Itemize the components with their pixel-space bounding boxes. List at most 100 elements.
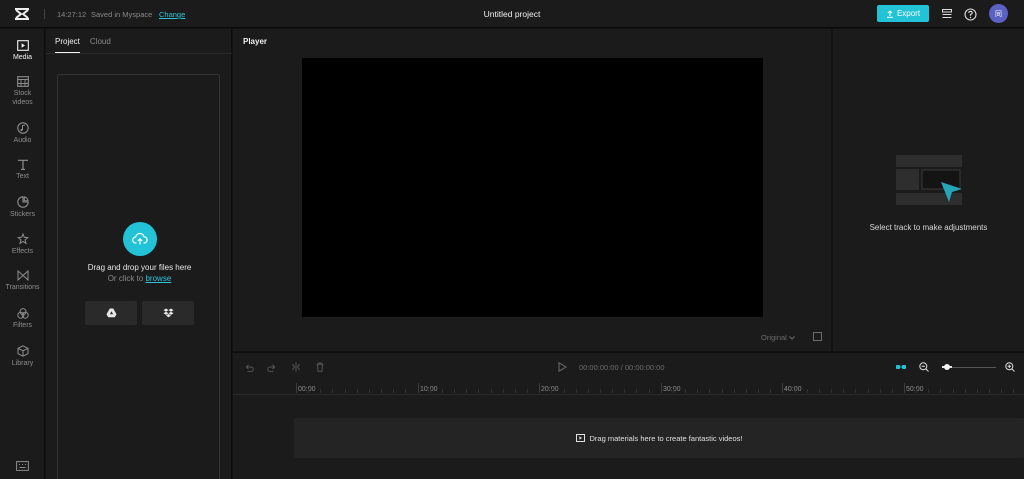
ruler-minor-tick [600,389,601,393]
effects-icon [16,233,29,245]
ruler-minor-tick [940,389,942,393]
upload-button[interactable] [123,222,157,256]
export-button[interactable]: Export [877,5,929,22]
keyboard-shortcuts-icon[interactable] [16,461,29,471]
avatar[interactable]: 同 [989,4,1008,23]
layers-icon[interactable] [939,6,955,22]
nav-label: Text [16,173,29,180]
aspect-ratio-label: Original [761,333,787,342]
capcut-logo-icon[interactable] [14,7,30,21]
ruler-minor-tick [697,389,699,393]
ruler-minor-tick [478,389,480,393]
cloud-upload-icon [132,232,148,245]
ruler-minor-tick [843,389,845,393]
ruler-minor-tick [916,389,918,393]
browse-link[interactable]: browse [145,274,171,283]
ruler-minor-tick [648,389,650,393]
play-icon[interactable] [558,362,567,372]
google-drive-button[interactable] [85,301,137,325]
zoom-in-icon[interactable] [1005,362,1015,372]
nav-item-filters[interactable]: Filters [0,308,45,330]
ruler-minor-tick [429,389,431,393]
timeline-ruler[interactable]: 00:00 10:00 20:00 30:00 40:00 50:00 [233,381,1024,395]
ruler-minor-tick [624,389,626,393]
media-panel: Project Cloud Drag and drop your files h… [46,29,232,479]
ruler-minor-tick [308,389,310,393]
nav-item-media[interactable]: Media [0,40,45,62]
stock-videos-icon [16,76,29,87]
ruler-minor-tick [989,389,991,393]
divider [44,9,45,19]
video-preview[interactable] [302,58,763,317]
ruler-minor-tick [745,389,747,393]
upload-dropzone[interactable]: Drag and drop your files here Or click t… [57,74,220,479]
tab-project[interactable]: Project [55,37,80,53]
nav-item-stickers[interactable]: Stickers [0,196,45,219]
zoom-out-icon[interactable] [919,362,929,372]
ruler-minor-tick [794,389,796,393]
ruler-minor-tick [964,389,966,393]
ruler-minor-tick [563,389,565,393]
transitions-icon [17,270,28,281]
ruler-label: 00:00 [298,386,316,393]
ruler-minor-tick [575,389,577,393]
ruler-minor-tick [758,389,760,393]
ruler-minor-tick [502,389,504,393]
nav-item-text[interactable]: Text [0,159,45,181]
ruler-label: 20:00 [541,386,559,393]
ruler-major-tick [904,383,905,393]
project-title: Untitled project [483,9,541,19]
nav-item-effects[interactable]: Effects [0,233,45,256]
ruler-major-tick [296,383,297,393]
chevron-down-icon [789,336,795,340]
undo-icon[interactable] [244,362,254,372]
ruler-minor-tick [490,389,492,393]
current-time: 00:00:00:00 [579,363,619,372]
total-time: 00:00:00:00 [624,363,665,372]
dropbox-button[interactable] [142,301,194,325]
ruler-minor-tick [1001,389,1003,393]
ruler-minor-tick [721,389,723,393]
nav-item-transitions[interactable]: Transitions [0,270,45,292]
nav-label: Stickers [10,211,35,218]
ruler-minor-tick [818,389,820,393]
nav-item-library[interactable]: Library [0,345,45,368]
snap-icon[interactable] [895,362,907,372]
change-location-link[interactable]: Change [159,10,185,19]
ruler-major-tick [539,383,541,393]
ruler-minor-tick [514,389,516,393]
top-bar: 14:27:12 Saved in Myspace Change Untitle… [0,0,1024,28]
zoom-slider-handle[interactable] [944,364,950,370]
ruler-minor-tick [928,389,930,393]
tabs-divider [46,53,232,54]
aspect-ratio-select[interactable]: Original [761,333,795,342]
nav-label: Library [11,360,34,367]
ruler-label: 40:00 [784,386,802,393]
ruler-major-tick [417,383,419,393]
ruler-minor-tick [454,389,456,393]
track-drop-hint: Drag materials here to create fantastic … [589,433,743,443]
drag-drop-text: Drag and drop your files here [87,263,192,272]
ruler-minor-tick [381,389,383,393]
media-icon [575,434,585,442]
ruler-minor-tick [685,389,687,393]
dropbox-icon [163,308,173,318]
nav-label: Effects [11,248,34,255]
redo-icon[interactable] [267,362,277,372]
track-drop-area[interactable]: Drag materials here to create fantastic … [294,418,1024,458]
ruler-minor-tick [527,389,529,393]
tab-cloud[interactable]: Cloud [90,37,111,53]
nav-item-audio[interactable]: Audio [0,122,45,145]
ruler-minor-tick [405,389,407,393]
ruler-minor-tick [587,389,589,393]
library-icon [17,345,28,357]
select-track-illustration [896,155,962,205]
delete-icon[interactable] [315,362,325,372]
nav-label: Stock videos [12,90,33,106]
ruler-minor-tick [867,389,869,393]
fullscreen-icon[interactable] [813,332,822,341]
help-icon[interactable] [962,6,978,22]
split-icon[interactable] [291,362,301,372]
media-tabs: Project Cloud [55,37,111,53]
nav-item-stock-videos[interactable]: Stock videos [0,76,45,107]
